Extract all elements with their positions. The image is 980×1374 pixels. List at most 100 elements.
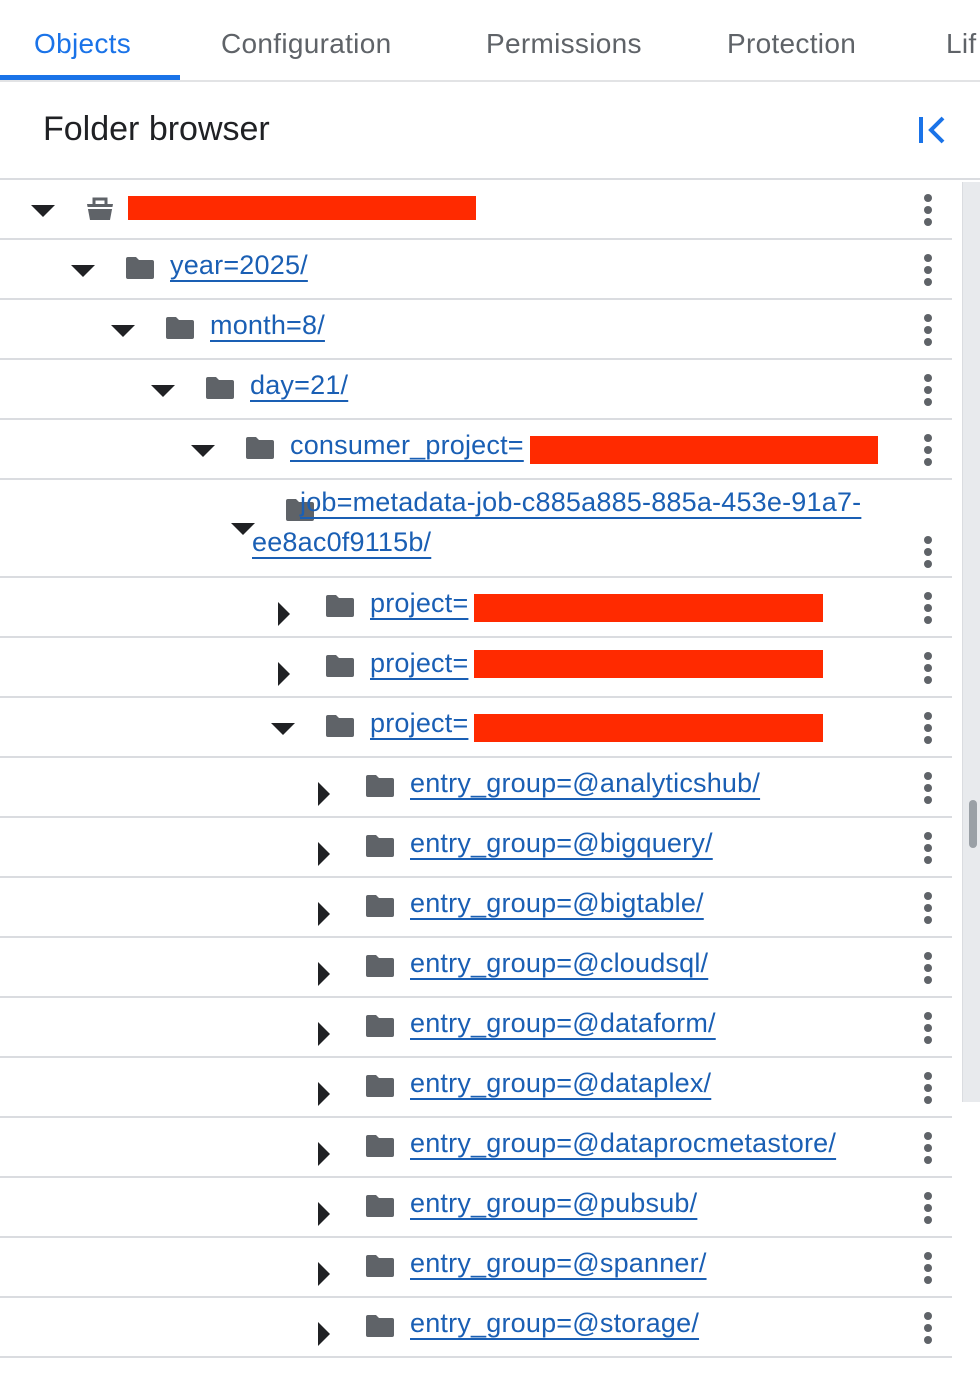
scrollbar-track[interactable]	[962, 182, 980, 1102]
caret-right-icon[interactable]	[312, 1141, 338, 1167]
tree-row-year-2025[interactable]: year=2025/	[0, 240, 952, 300]
tree-row-entry-group-dataplex[interactable]: entry_group=@dataplex/	[0, 1058, 952, 1118]
caret-right-icon[interactable]	[312, 841, 338, 867]
tab-protection[interactable]: Protection	[727, 0, 856, 80]
folder-icon	[326, 655, 354, 677]
tree-row-entry-group-analyticshub[interactable]: entry_group=@analyticshub/	[0, 758, 952, 818]
tree-item-label[interactable]: entry_group=@bigquery/	[410, 828, 713, 859]
tree-row-entry-group-dataform[interactable]: entry_group=@dataform/	[0, 998, 952, 1058]
more-vert-icon[interactable]	[916, 948, 940, 988]
caret-down-icon[interactable]	[270, 716, 296, 742]
tree-item-label[interactable]: day=21/	[250, 370, 348, 401]
tree-row-entry-group-dataprocmetastore[interactable]: entry_group=@dataprocmetastore/	[0, 1118, 952, 1178]
more-vert-icon[interactable]	[916, 768, 940, 808]
scrollbar-thumb[interactable]	[969, 800, 977, 848]
more-vert-icon[interactable]	[916, 532, 940, 572]
caret-right-icon[interactable]	[312, 1081, 338, 1107]
redaction-block	[530, 436, 878, 464]
more-vert-icon[interactable]	[916, 190, 940, 230]
tree-item-label[interactable]: consumer_project=	[290, 430, 524, 461]
collapse-left-icon	[919, 116, 945, 144]
tree-item-label[interactable]: entry_group=@spanner/	[410, 1248, 707, 1279]
tree-item-label[interactable]: entry_group=@dataplex/	[410, 1068, 711, 1099]
tab-objects[interactable]: Objects	[34, 0, 131, 80]
more-vert-icon[interactable]	[916, 588, 940, 628]
more-vert-icon[interactable]	[916, 250, 940, 290]
folder-browser-header: Folder browser	[0, 82, 980, 180]
caret-right-icon[interactable]	[312, 1321, 338, 1347]
tree-row-consumer-project[interactable]: consumer_project=	[0, 420, 952, 480]
tree-item-label[interactable]: entry_group=@analyticshub/	[410, 768, 760, 799]
tree-item-label[interactable]: job=metadata-job-c885a885-885a-453e-91a7…	[252, 482, 882, 562]
tree-row-entry-group-spanner[interactable]: entry_group=@spanner/	[0, 1238, 952, 1298]
more-vert-icon[interactable]	[916, 310, 940, 350]
folder-icon	[366, 1135, 394, 1157]
more-vert-icon[interactable]	[916, 370, 940, 410]
tree-row-project-8[interactable]: project=	[0, 698, 952, 758]
caret-down-icon[interactable]	[190, 438, 216, 464]
tree-row-bucket[interactable]	[0, 180, 952, 240]
folder-icon	[366, 1075, 394, 1097]
tab-permissions[interactable]: Permissions	[486, 0, 642, 80]
tree-item-label[interactable]: entry_group=@cloudsql/	[410, 948, 708, 979]
tree-item-label[interactable]: month=8/	[210, 310, 325, 341]
caret-right-icon[interactable]	[312, 1261, 338, 1287]
more-vert-icon[interactable]	[916, 1128, 940, 1168]
tree-row-entry-group-cloudsql[interactable]: entry_group=@cloudsql/	[0, 938, 952, 998]
more-vert-icon[interactable]	[916, 828, 940, 868]
tree-row-entry-group-pubsub[interactable]: entry_group=@pubsub/	[0, 1178, 952, 1238]
tree-row-project-7[interactable]: project=	[0, 638, 952, 698]
page-title: Folder browser	[43, 110, 270, 148]
tree-item-label[interactable]: entry_group=@pubsub/	[410, 1188, 697, 1219]
redaction-block	[474, 650, 823, 678]
tree-row-job-metadata-job-c885a885-885a-453e-91a7-ee8ac0f9115b[interactable]: job=metadata-job-c885a885-885a-453e-91a7…	[0, 480, 952, 578]
more-vert-icon[interactable]	[916, 1308, 940, 1348]
tree-item-label[interactable]: year=2025/	[170, 250, 308, 281]
tree-item-label[interactable]: entry_group=@dataprocmetastore/	[410, 1128, 836, 1159]
tree-row-month-8[interactable]: month=8/	[0, 300, 952, 360]
tree-row-day-21[interactable]: day=21/	[0, 360, 952, 420]
more-vert-icon[interactable]	[916, 648, 940, 688]
tab-configuration[interactable]: Configuration	[221, 0, 391, 80]
more-vert-icon[interactable]	[916, 708, 940, 748]
more-vert-icon[interactable]	[916, 1068, 940, 1108]
tree-item-label[interactable]: project=	[370, 708, 468, 739]
more-vert-icon[interactable]	[916, 1188, 940, 1228]
tree-row-entry-group-storage[interactable]: entry_group=@storage/	[0, 1298, 952, 1358]
collapse-panel-button[interactable]	[912, 108, 952, 152]
folder-tree: year=2025/month=8/day=21/consumer_projec…	[0, 180, 952, 1374]
caret-right-icon[interactable]	[312, 781, 338, 807]
folder-icon	[366, 895, 394, 917]
caret-right-icon[interactable]	[272, 601, 298, 627]
tree-row-project-6[interactable]: project=	[0, 578, 952, 638]
folder-icon	[366, 835, 394, 857]
caret-right-icon[interactable]	[312, 901, 338, 927]
caret-right-icon[interactable]	[312, 961, 338, 987]
caret-down-icon[interactable]	[70, 258, 96, 284]
more-vert-icon[interactable]	[916, 888, 940, 928]
tree-item-label[interactable]: entry_group=@bigtable/	[410, 888, 704, 919]
caret-right-icon[interactable]	[312, 1201, 338, 1227]
caret-right-icon[interactable]	[272, 661, 298, 687]
tree-item-label[interactable]: entry_group=@storage/	[410, 1308, 699, 1339]
folder-icon	[366, 955, 394, 977]
bucket-icon	[87, 197, 113, 220]
caret-right-icon[interactable]	[312, 1021, 338, 1047]
more-vert-icon[interactable]	[916, 430, 940, 470]
folder-icon	[166, 317, 194, 339]
tree-item-label[interactable]: project=	[370, 588, 468, 619]
folder-icon	[206, 377, 234, 399]
more-vert-icon[interactable]	[916, 1248, 940, 1288]
folder-icon	[366, 1255, 394, 1277]
folder-icon	[366, 1015, 394, 1037]
caret-down-icon[interactable]	[30, 198, 56, 224]
tree-row-entry-group-bigtable[interactable]: entry_group=@bigtable/	[0, 878, 952, 938]
caret-down-icon[interactable]	[110, 318, 136, 344]
tree-item-label[interactable]: project=	[370, 648, 468, 679]
tab-lifecycle[interactable]: Lif	[946, 0, 976, 80]
more-vert-icon[interactable]	[916, 1008, 940, 1048]
tree-item-label[interactable]: entry_group=@dataform/	[410, 1008, 716, 1039]
tab-bar: Objects Configuration Permissions Protec…	[0, 0, 980, 82]
caret-down-icon[interactable]	[150, 378, 176, 404]
tree-row-entry-group-bigquery[interactable]: entry_group=@bigquery/	[0, 818, 952, 878]
